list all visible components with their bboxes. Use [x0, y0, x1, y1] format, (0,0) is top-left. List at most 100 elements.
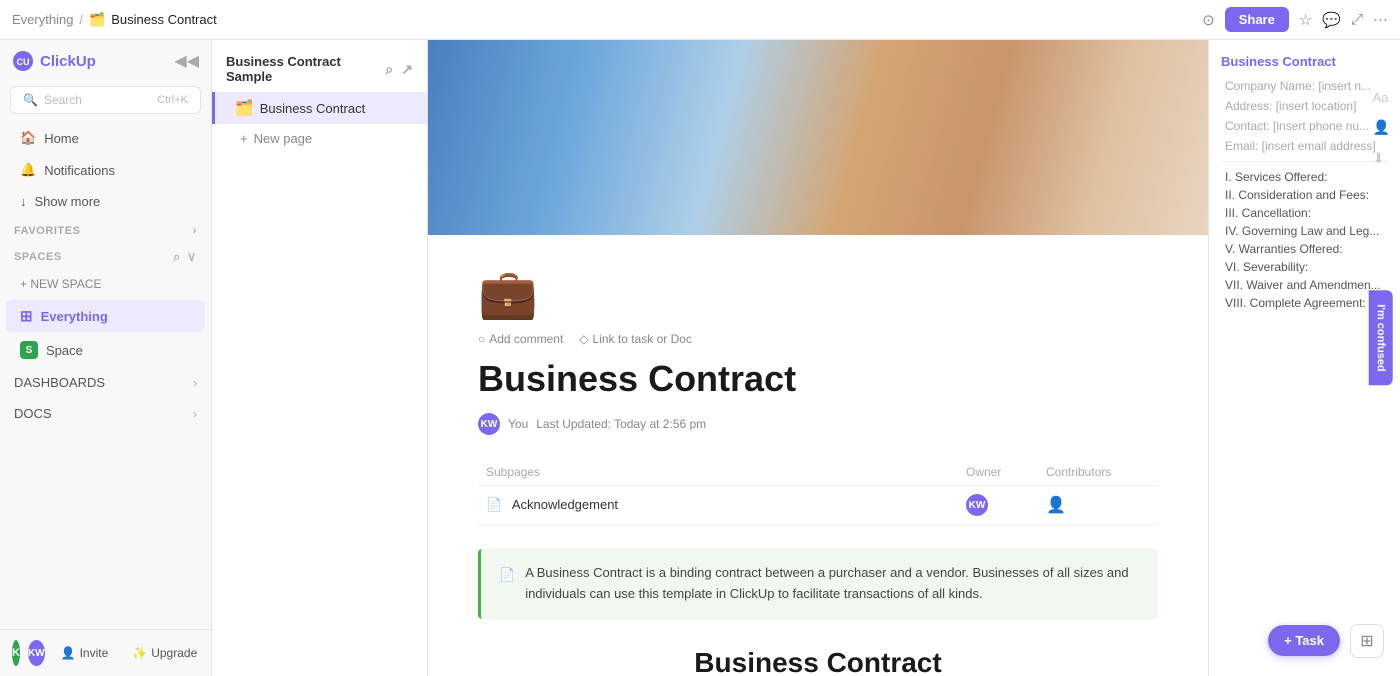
dashboards-section[interactable]: DASHBOARDS ›: [0, 367, 211, 398]
outline-section-7[interactable]: VIII. Complete Agreement:: [1221, 296, 1388, 310]
subpage-name[interactable]: Acknowledgement: [512, 497, 618, 512]
comment-circle-icon: ○: [478, 332, 485, 346]
outline-panel-actions: Aa 👤 ⬇: [1373, 90, 1390, 167]
outline-fields: Company Name: [insert n... Address: [ins…: [1221, 79, 1388, 153]
invite-icon: 👤: [61, 646, 76, 660]
spaces-label: SPACES: [14, 251, 62, 263]
add-comment-button[interactable]: ○ Add comment: [478, 332, 563, 346]
invite-label: Invite: [80, 646, 109, 660]
outline-section-2[interactable]: III. Cancellation:: [1221, 206, 1388, 220]
outline-field-0[interactable]: Company Name: [insert n...: [1221, 79, 1388, 93]
hero-image: [428, 40, 1208, 235]
down-arrow-icon: ↓: [20, 194, 27, 209]
space-icon: S: [20, 341, 38, 359]
logo: CU ClickUp: [12, 50, 96, 72]
author-name: You: [508, 417, 528, 431]
outline-field-2[interactable]: Contact: [insert phone nu...: [1221, 119, 1388, 133]
top-bar: Everything / 🗂️ Business Contract ⊙ Shar…: [0, 0, 1400, 40]
sidebar-item-everything[interactable]: ⊞ Everything: [6, 300, 205, 332]
docs-section[interactable]: DOCS ›: [0, 398, 211, 429]
everything-label: Everything: [41, 309, 108, 324]
docs-search-icon[interactable]: ⌕: [385, 61, 393, 78]
add-task-button[interactable]: + Task: [1268, 625, 1340, 656]
search-bar[interactable]: 🔍 Search Ctrl+K: [10, 86, 201, 114]
subpages-col-contributors: Contributors: [1038, 459, 1158, 486]
subpage-name-cell: 📄 Acknowledgement: [478, 486, 958, 525]
docs-panel-actions: ⌕ ↗: [385, 61, 413, 78]
docs-new-page-button[interactable]: + New page: [212, 124, 427, 153]
favorites-label: FAVORITES: [14, 225, 80, 237]
docs-item-label: Business Contract: [260, 101, 366, 116]
outline-title[interactable]: Business Contract: [1221, 54, 1388, 69]
show-more-label: Show more: [35, 194, 101, 209]
upgrade-label: Upgrade: [151, 646, 197, 660]
docs-new-page-plus-icon: +: [240, 131, 248, 146]
docs-expand-icon[interactable]: ↗: [401, 61, 413, 78]
highlight-doc-icon: 📄: [499, 565, 515, 605]
sidebar-item-notifications[interactable]: 🔔 Notifications: [6, 155, 205, 185]
home-label: Home: [44, 131, 79, 146]
document-body: 💼 ○ Add comment ◇ Link to task or Doc Bu…: [438, 235, 1198, 676]
expand-icon[interactable]: ⤢: [1351, 11, 1363, 28]
docs-label: DOCS: [14, 406, 52, 421]
sidebar-item-show-more[interactable]: ↓ Show more: [6, 187, 205, 216]
main-layout: CU ClickUp ◀◀ 🔍 Search Ctrl+K 🏠 Home 🔔 N…: [0, 40, 1400, 676]
new-space-button[interactable]: + NEW SPACE: [6, 271, 205, 297]
top-bar-actions: ⊙ Share ☆ 💬 ⤢ ···: [1202, 7, 1388, 32]
highlight-text: A Business Contract is a binding contrac…: [525, 563, 1140, 605]
outline-section-6[interactable]: VII. Waiver and Amendmen...: [1221, 278, 1388, 292]
dashboards-chevron-icon: ›: [193, 376, 197, 390]
document-meta: KW You Last Updated: Today at 2:56 pm: [478, 413, 1158, 435]
outline-person-icon[interactable]: 👤: [1373, 119, 1390, 136]
sidebar-header: CU ClickUp ◀◀: [0, 40, 211, 82]
docs-panel-title: Business Contract Sample: [226, 54, 385, 84]
document-actions: ○ Add comment ◇ Link to task or Doc: [478, 332, 1158, 346]
feedback-tab[interactable]: I'm confused: [1368, 290, 1392, 385]
star-icon[interactable]: ☆: [1299, 11, 1312, 29]
home-icon: 🏠: [20, 130, 36, 146]
subpage-file-icon: 📄: [486, 497, 502, 512]
clickup-logo-icon: CU: [12, 50, 34, 72]
outline-field-3[interactable]: Email: [insert email address]: [1221, 139, 1388, 153]
docs-chevron-icon: ›: [193, 407, 197, 421]
sidebar-item-space[interactable]: S Space: [6, 334, 205, 366]
bookmark-icon[interactable]: ⊙: [1202, 11, 1215, 29]
favorites-section: FAVORITES ›: [0, 217, 211, 241]
docs-item-business-contract[interactable]: 🗂️ Business Contract: [212, 92, 427, 124]
sidebar-bottom: K KW 👤 Invite ✨ Upgrade ?: [0, 629, 211, 676]
docs-new-page-label: New page: [254, 131, 313, 146]
outline-section-0[interactable]: I. Services Offered:: [1221, 170, 1388, 184]
sidebar-collapse-button[interactable]: ◀◀: [174, 51, 199, 71]
subpages-col-name: Subpages: [478, 459, 958, 486]
more-options-icon[interactable]: ···: [1373, 11, 1388, 28]
outline-format-icon[interactable]: Aa: [1373, 90, 1390, 105]
subpage-owner-cell: KW: [958, 486, 1038, 525]
grid-view-button[interactable]: ⊞: [1350, 624, 1384, 658]
link-to-task-button[interactable]: ◇ Link to task or Doc: [579, 332, 692, 346]
document-emoji: 💼: [478, 265, 1158, 322]
outline-section-4[interactable]: V. Warranties Offered:: [1221, 242, 1388, 256]
outline-section-3[interactable]: IV. Governing Law and Leg...: [1221, 224, 1388, 238]
upgrade-button[interactable]: ✨ Upgrade: [124, 642, 205, 664]
outline-download-icon[interactable]: ⬇: [1373, 150, 1390, 167]
share-button[interactable]: Share: [1225, 7, 1289, 32]
outline-divider: [1221, 161, 1388, 162]
breadcrumb-space[interactable]: Everything: [12, 12, 73, 27]
chat-icon[interactable]: 💬: [1322, 11, 1341, 29]
outline-section-1[interactable]: II. Consideration and Fees:: [1221, 188, 1388, 202]
search-icon: 🔍: [23, 93, 38, 107]
outline-field-1[interactable]: Address: [insert location]: [1221, 99, 1388, 113]
link-icon: ◇: [579, 332, 588, 346]
spaces-search-icon[interactable]: ⌕: [173, 249, 181, 265]
dashboards-label: DASHBOARDS: [14, 375, 105, 390]
outline-section-5[interactable]: VI. Severability:: [1221, 260, 1388, 274]
sidebar: CU ClickUp ◀◀ 🔍 Search Ctrl+K 🏠 Home 🔔 N…: [0, 40, 212, 676]
invite-button[interactable]: 👤 Invite: [53, 642, 117, 664]
favorites-chevron-icon[interactable]: ›: [193, 225, 197, 237]
contributor-empty-icon: 👤: [1046, 497, 1066, 514]
subpages-table: Subpages Owner Contributors 📄 Acknowledg…: [478, 459, 1158, 525]
sidebar-item-home[interactable]: 🏠 Home: [6, 123, 205, 153]
document-title: Business Contract: [478, 358, 1158, 399]
table-row: 📄 Acknowledgement KW 👤: [478, 486, 1158, 525]
spaces-chevron-icon[interactable]: ∨: [187, 249, 197, 265]
